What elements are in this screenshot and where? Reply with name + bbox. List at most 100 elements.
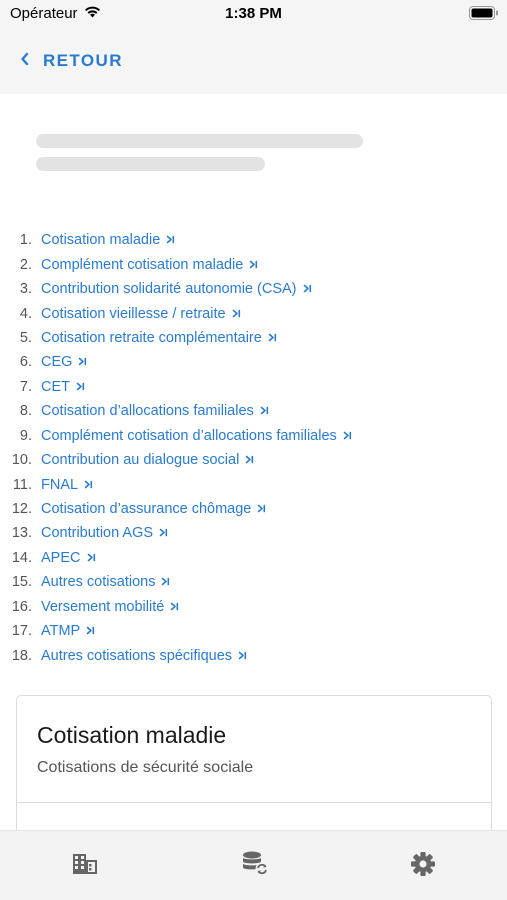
building-icon: [72, 852, 98, 881]
toc-link-label: Complément cotisation d’allocations fami…: [41, 427, 337, 444]
back-label: RETOUR: [43, 51, 123, 70]
toc-item-number: 18.: [11, 647, 32, 664]
toc-link[interactable]: FNAL: [41, 477, 93, 493]
toc-link-label: Versement mobilité: [41, 598, 165, 615]
toc-item-number: 9.: [19, 427, 32, 444]
toc-item-number: 12.: [11, 501, 32, 518]
skip-next-icon: [245, 455, 254, 464]
toc-link[interactable]: ATMP: [41, 623, 95, 639]
toc-item: 4. Cotisation vieillesse / retraite: [0, 301, 507, 325]
screen: Opérateur 1:38 PM RETOUR 1. Cotisation m…: [0, 0, 507, 900]
navigation-header: RETOUR: [0, 30, 507, 94]
toc-link[interactable]: Contribution solidarité autonomie (CSA): [41, 281, 312, 297]
toc-item: 16. Versement mobilité: [0, 595, 507, 619]
toc-item-number: 2.: [19, 256, 32, 273]
toc-item-number: 11.: [12, 476, 32, 493]
skip-next-icon: [343, 431, 352, 440]
skip-next-icon: [170, 602, 179, 611]
toc-item: 15. Autres cotisations: [0, 570, 507, 594]
toc-item: 5. Cotisation retraite complémentaire: [0, 326, 507, 350]
skip-next-icon: [84, 480, 93, 489]
toc-item-number: 6.: [19, 354, 32, 371]
skip-next-icon: [78, 357, 87, 366]
card-title: Cotisation maladie: [37, 722, 227, 748]
skip-next-icon: [87, 553, 96, 562]
toc-item: 2. Complément cotisation maladie: [0, 252, 507, 276]
toc-list: 1. Cotisation maladie 2. Complément cotisat…: [0, 228, 507, 668]
gear-icon: [410, 851, 436, 882]
toc-item-number: 7.: [19, 378, 32, 395]
toc-link-label: FNAL: [41, 476, 79, 493]
chevron-left-icon: [20, 51, 29, 71]
skeleton-line: [36, 134, 363, 148]
toc-item: 18. Autres cotisations spécifiques: [0, 643, 507, 667]
toc-link-label: Autres cotisations: [41, 574, 156, 591]
toc-link[interactable]: Cotisation d’assurance chômage: [41, 501, 266, 517]
toc-link-label: ATMP: [41, 623, 81, 640]
toc-link[interactable]: APEC: [41, 550, 96, 566]
skip-next-icon: [232, 309, 241, 318]
toc-link-label: CEG: [41, 354, 73, 371]
toc-item: 1. Cotisation maladie: [0, 228, 507, 252]
skip-next-icon: [76, 382, 85, 391]
tab-companies[interactable]: [70, 851, 100, 881]
tab-settings[interactable]: [408, 851, 438, 881]
toc-item-number: 8.: [19, 403, 32, 420]
toc-link[interactable]: CEG: [41, 354, 87, 370]
status-bar: Opérateur 1:38 PM: [0, 0, 507, 30]
toc-link-label: Cotisation maladie: [41, 232, 161, 249]
skeleton-line: [36, 157, 265, 171]
skip-next-icon: [86, 626, 95, 635]
toc-link[interactable]: Contribution au dialogue social: [41, 452, 254, 468]
toc-link-label: Contribution AGS: [41, 525, 154, 542]
skip-next-icon: [249, 260, 258, 269]
toc-item: 13. Contribution AGS: [0, 521, 507, 545]
toc-item-number: 5.: [19, 329, 32, 346]
skip-next-icon: [159, 528, 168, 537]
skip-next-icon: [260, 406, 269, 415]
toc-item-number: 14.: [11, 549, 32, 566]
toc-item: 11. FNAL: [0, 472, 507, 496]
toc-item: 10. Contribution au dialogue social: [0, 448, 507, 472]
skip-next-icon: [238, 651, 247, 660]
card-divider: [17, 802, 491, 803]
toc-link-label: Autres cotisations spécifiques: [41, 647, 233, 664]
toc-item: 9. Complément cotisation d’allocations fa…: [0, 424, 507, 448]
toc-link[interactable]: Complément cotisation d’allocations fami…: [41, 428, 352, 444]
toc-item: 7. CET: [0, 375, 507, 399]
toc-item-number: 10.: [11, 452, 32, 469]
toc-link-label: Cotisation d’assurance chômage: [41, 501, 252, 518]
toc-link-label: Contribution au dialogue social: [41, 452, 240, 469]
toc-link-label: APEC: [41, 549, 81, 566]
toc-item-number: 16.: [11, 598, 32, 615]
tab-data-sync[interactable]: [241, 851, 271, 881]
battery-icon: [469, 6, 499, 24]
skip-next-icon: [303, 284, 312, 293]
toc-link-label: Cotisation vieillesse / retraite: [41, 305, 226, 322]
toc-link-label: Cotisation d’allocations familiales: [41, 403, 254, 420]
toc-link[interactable]: Cotisation maladie: [41, 232, 175, 248]
toc-item: 8. Cotisation d’allocations familiales: [0, 399, 507, 423]
skip-next-icon: [257, 504, 266, 513]
toc-link-label: Contribution solidarité autonomie (CSA): [41, 281, 297, 298]
toc-item-number: 15.: [11, 574, 32, 591]
toc-link[interactable]: Autres cotisations spécifiques: [41, 648, 247, 664]
toc-link[interactable]: Cotisation vieillesse / retraite: [41, 306, 241, 322]
bottom-tab-bar: [0, 830, 507, 900]
toc-link[interactable]: CET: [41, 379, 85, 395]
database-sync-icon: [242, 851, 270, 882]
toc-link[interactable]: Contribution AGS: [41, 525, 168, 541]
card-subtitle: Cotisations de sécurité sociale: [37, 759, 254, 776]
toc-link[interactable]: Cotisation d’allocations familiales: [41, 403, 269, 419]
toc-item-number: 4.: [19, 305, 32, 322]
toc-link[interactable]: Versement mobilité: [41, 599, 179, 615]
toc-link[interactable]: Cotisation retraite complémentaire: [41, 330, 277, 346]
toc-link[interactable]: Autres cotisations: [41, 574, 170, 590]
toc-link-label: Complément cotisation maladie: [41, 256, 244, 273]
back-button[interactable]: RETOUR: [20, 48, 123, 74]
toc-item: 3. Contribution solidarité autonomie (CSA…: [0, 277, 507, 301]
toc-item-number: 13.: [11, 525, 32, 542]
toc-item-number: 17.: [11, 623, 32, 640]
toc-link[interactable]: Complément cotisation maladie: [41, 257, 258, 273]
clock: 1:38 PM: [225, 5, 282, 22]
